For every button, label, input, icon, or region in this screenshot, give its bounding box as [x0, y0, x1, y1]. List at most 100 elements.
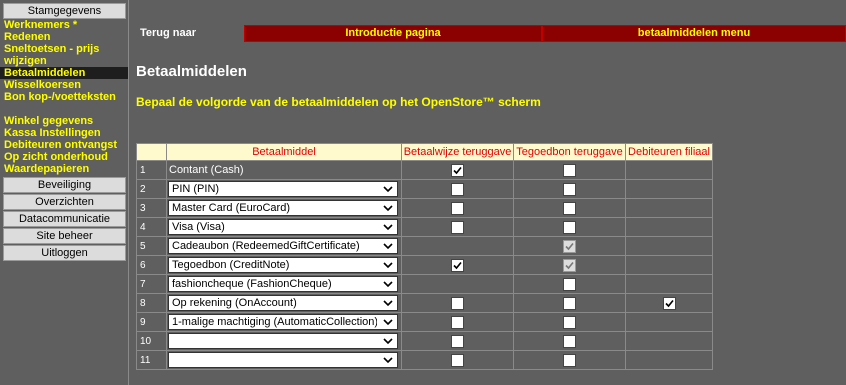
betaalwijze-teruggave-checkbox[interactable] — [451, 182, 464, 196]
betaalwijze-teruggave-checkbox[interactable] — [451, 315, 464, 329]
tegoedbon-teruggave-checkbox[interactable] — [563, 182, 576, 196]
betaalwijze-teruggave-checkbox[interactable] — [451, 258, 464, 272]
betaalwijze-teruggave-checkbox[interactable] — [451, 163, 464, 177]
sidebar-item-4[interactable]: Wisselkoersen — [0, 79, 128, 91]
debiteuren-filiaal-cell — [625, 236, 713, 256]
table-row: 4 Visa (Visa) — [136, 217, 713, 237]
payment-method-cell: Visa (Visa) — [166, 217, 402, 237]
tegoedbon-teruggave-cell — [513, 179, 626, 199]
intro-page-button[interactable]: Introductie pagina — [244, 25, 542, 42]
sidebar-bottom-button-0[interactable]: Beveiliging — [3, 177, 126, 193]
debiteuren-filiaal-cell — [625, 160, 713, 180]
sidebar-bottom-button-4[interactable]: Uitloggen — [3, 245, 126, 261]
debiteuren-filiaal-cell — [625, 179, 713, 199]
payment-method-select[interactable]: Visa (Visa) — [168, 219, 398, 235]
payment-method-select[interactable]: Master Card (EuroCard) — [168, 200, 398, 216]
betaalwijze-teruggave-checkbox[interactable] — [451, 201, 464, 215]
payment-method-select[interactable]: PIN (PIN) — [168, 181, 398, 197]
tegoedbon-teruggave-cell — [513, 236, 626, 256]
sidebar-bottom-button-3[interactable]: Site beheer — [3, 228, 126, 244]
row-number: 9 — [136, 312, 167, 332]
sidebar-menu-stamgegevens: Werknemers * Redenen Sneltoetsen - prijs w… — [0, 19, 128, 103]
chevron-down-icon — [383, 205, 393, 212]
chevron-down-icon — [383, 319, 393, 326]
row-number: 5 — [136, 236, 167, 256]
sidebar-item2-2[interactable]: Debiteuren ontvangst — [0, 139, 128, 151]
payment-method-cell — [166, 331, 402, 351]
sidebar-item-3[interactable]: Betaalmiddelen — [0, 67, 128, 79]
betaalwijze-teruggave-checkbox[interactable] — [451, 353, 464, 367]
tegoedbon-teruggave-cell — [513, 198, 626, 218]
stamgegevens-button[interactable]: Stamgegevens — [3, 3, 126, 19]
payment-method-cell: Master Card (EuroCard) — [166, 198, 402, 218]
payment-method-select[interactable] — [168, 333, 398, 349]
sidebar-item2-3[interactable]: Op zicht onderhoud — [0, 151, 128, 163]
chevron-down-icon — [383, 357, 393, 364]
payment-method-select[interactable]: 1-malige machtiging (AutomaticCollection… — [168, 314, 398, 330]
table-header-row: Betaalmiddel Betaalwijze teruggave Tegoe… — [136, 143, 713, 161]
tegoedbon-teruggave-checkbox[interactable] — [563, 353, 576, 367]
row-number: 2 — [136, 179, 167, 199]
chevron-down-icon — [383, 281, 393, 288]
payment-method-label: Contant (Cash) — [169, 164, 244, 176]
sidebar-item-0[interactable]: Werknemers * — [0, 19, 128, 31]
payment-methods-table: Betaalmiddel Betaalwijze teruggave Tegoe… — [136, 143, 713, 370]
payment-method-select-value: fashioncheque (FashionCheque) — [172, 278, 332, 290]
sidebar-item-1[interactable]: Redenen — [0, 31, 128, 43]
tegoedbon-teruggave-checkbox[interactable] — [563, 220, 576, 234]
tegoedbon-teruggave-checkbox — [563, 239, 576, 253]
payment-method-select[interactable]: Cadeaubon (RedeemedGiftCertificate) — [168, 238, 398, 254]
debiteuren-filiaal-cell — [625, 198, 713, 218]
sidebar-bottom-button-1[interactable]: Overzichten — [3, 194, 126, 210]
tegoedbon-teruggave-cell — [513, 350, 626, 370]
table-row: 10 — [136, 331, 713, 351]
sidebar-item2-1[interactable]: Kassa Instellingen — [0, 127, 128, 139]
sidebar-bottom-menu: Beveiliging Overzichten Datacommunicatie Si… — [0, 177, 128, 261]
sidebar-item2-4[interactable]: Waardepapieren — [0, 163, 128, 175]
payment-method-select[interactable]: Tegoedbon (CreditNote) — [168, 257, 398, 273]
page-title: Betaalmiddelen — [136, 63, 247, 80]
tegoedbon-teruggave-cell — [513, 293, 626, 313]
debiteuren-filiaal-checkbox[interactable] — [662, 296, 676, 310]
tegoedbon-teruggave-checkbox[interactable] — [563, 315, 576, 329]
tegoedbon-teruggave-checkbox[interactable] — [563, 334, 576, 348]
sidebar-item-2[interactable]: Sneltoetsen - prijs wijzigen — [0, 43, 128, 67]
tegoedbon-teruggave-cell — [513, 217, 626, 237]
payment-method-select[interactable] — [168, 352, 398, 368]
betaalwijze-teruggave-cell — [401, 217, 514, 237]
payment-method-cell — [166, 350, 402, 370]
payment-menu-button[interactable]: betaalmiddelen menu — [542, 25, 846, 42]
tegoedbon-teruggave-checkbox[interactable] — [563, 201, 576, 215]
payment-method-select-value: Visa (Visa) — [172, 221, 225, 233]
betaalwijze-teruggave-cell — [401, 160, 514, 180]
table-row: 8 Op rekening (OnAccount) — [136, 293, 713, 313]
payment-method-select[interactable]: fashioncheque (FashionCheque) — [168, 276, 398, 292]
payment-method-select[interactable]: Op rekening (OnAccount) — [168, 295, 398, 311]
row-number: 3 — [136, 198, 167, 218]
betaalwijze-teruggave-checkbox[interactable] — [451, 334, 464, 348]
tegoedbon-teruggave-cell — [513, 312, 626, 332]
betaalwijze-teruggave-checkbox[interactable] — [451, 220, 464, 234]
sidebar: Stamgegevens Werknemers * Redenen Sneltoet… — [0, 0, 129, 385]
table-row: 3 Master Card (EuroCard) — [136, 198, 713, 218]
tegoedbon-teruggave-checkbox[interactable] — [563, 296, 576, 310]
betaalwijze-teruggave-cell — [401, 198, 514, 218]
betaalwijze-teruggave-checkbox[interactable] — [451, 296, 464, 310]
sidebar-menu-winkel: Winkel gegevens Kassa Instellingen Debiteu… — [0, 115, 128, 175]
payment-method-select-value: Op rekening (OnAccount) — [172, 297, 297, 309]
debiteuren-filiaal-cell — [625, 217, 713, 237]
payment-method-cell: 1-malige machtiging (AutomaticCollection… — [166, 312, 402, 332]
chevron-down-icon — [383, 243, 393, 250]
debiteuren-filiaal-cell — [625, 255, 713, 275]
sidebar-item-5[interactable]: Bon kop-/voetteksten — [0, 91, 128, 103]
chevron-down-icon — [383, 262, 393, 269]
betaalwijze-teruggave-cell — [401, 350, 514, 370]
payment-method-select-value: Cadeaubon (RedeemedGiftCertificate) — [172, 240, 360, 252]
tegoedbon-teruggave-cell — [513, 255, 626, 275]
sidebar-bottom-button-2[interactable]: Datacommunicatie — [3, 211, 126, 227]
sidebar-item2-0[interactable]: Winkel gegevens — [0, 115, 128, 127]
header-tegoedbon-teruggave: Tegoedbon teruggave — [513, 143, 626, 161]
row-number: 1 — [136, 160, 167, 180]
tegoedbon-teruggave-checkbox[interactable] — [563, 163, 576, 177]
tegoedbon-teruggave-checkbox[interactable] — [563, 277, 576, 291]
